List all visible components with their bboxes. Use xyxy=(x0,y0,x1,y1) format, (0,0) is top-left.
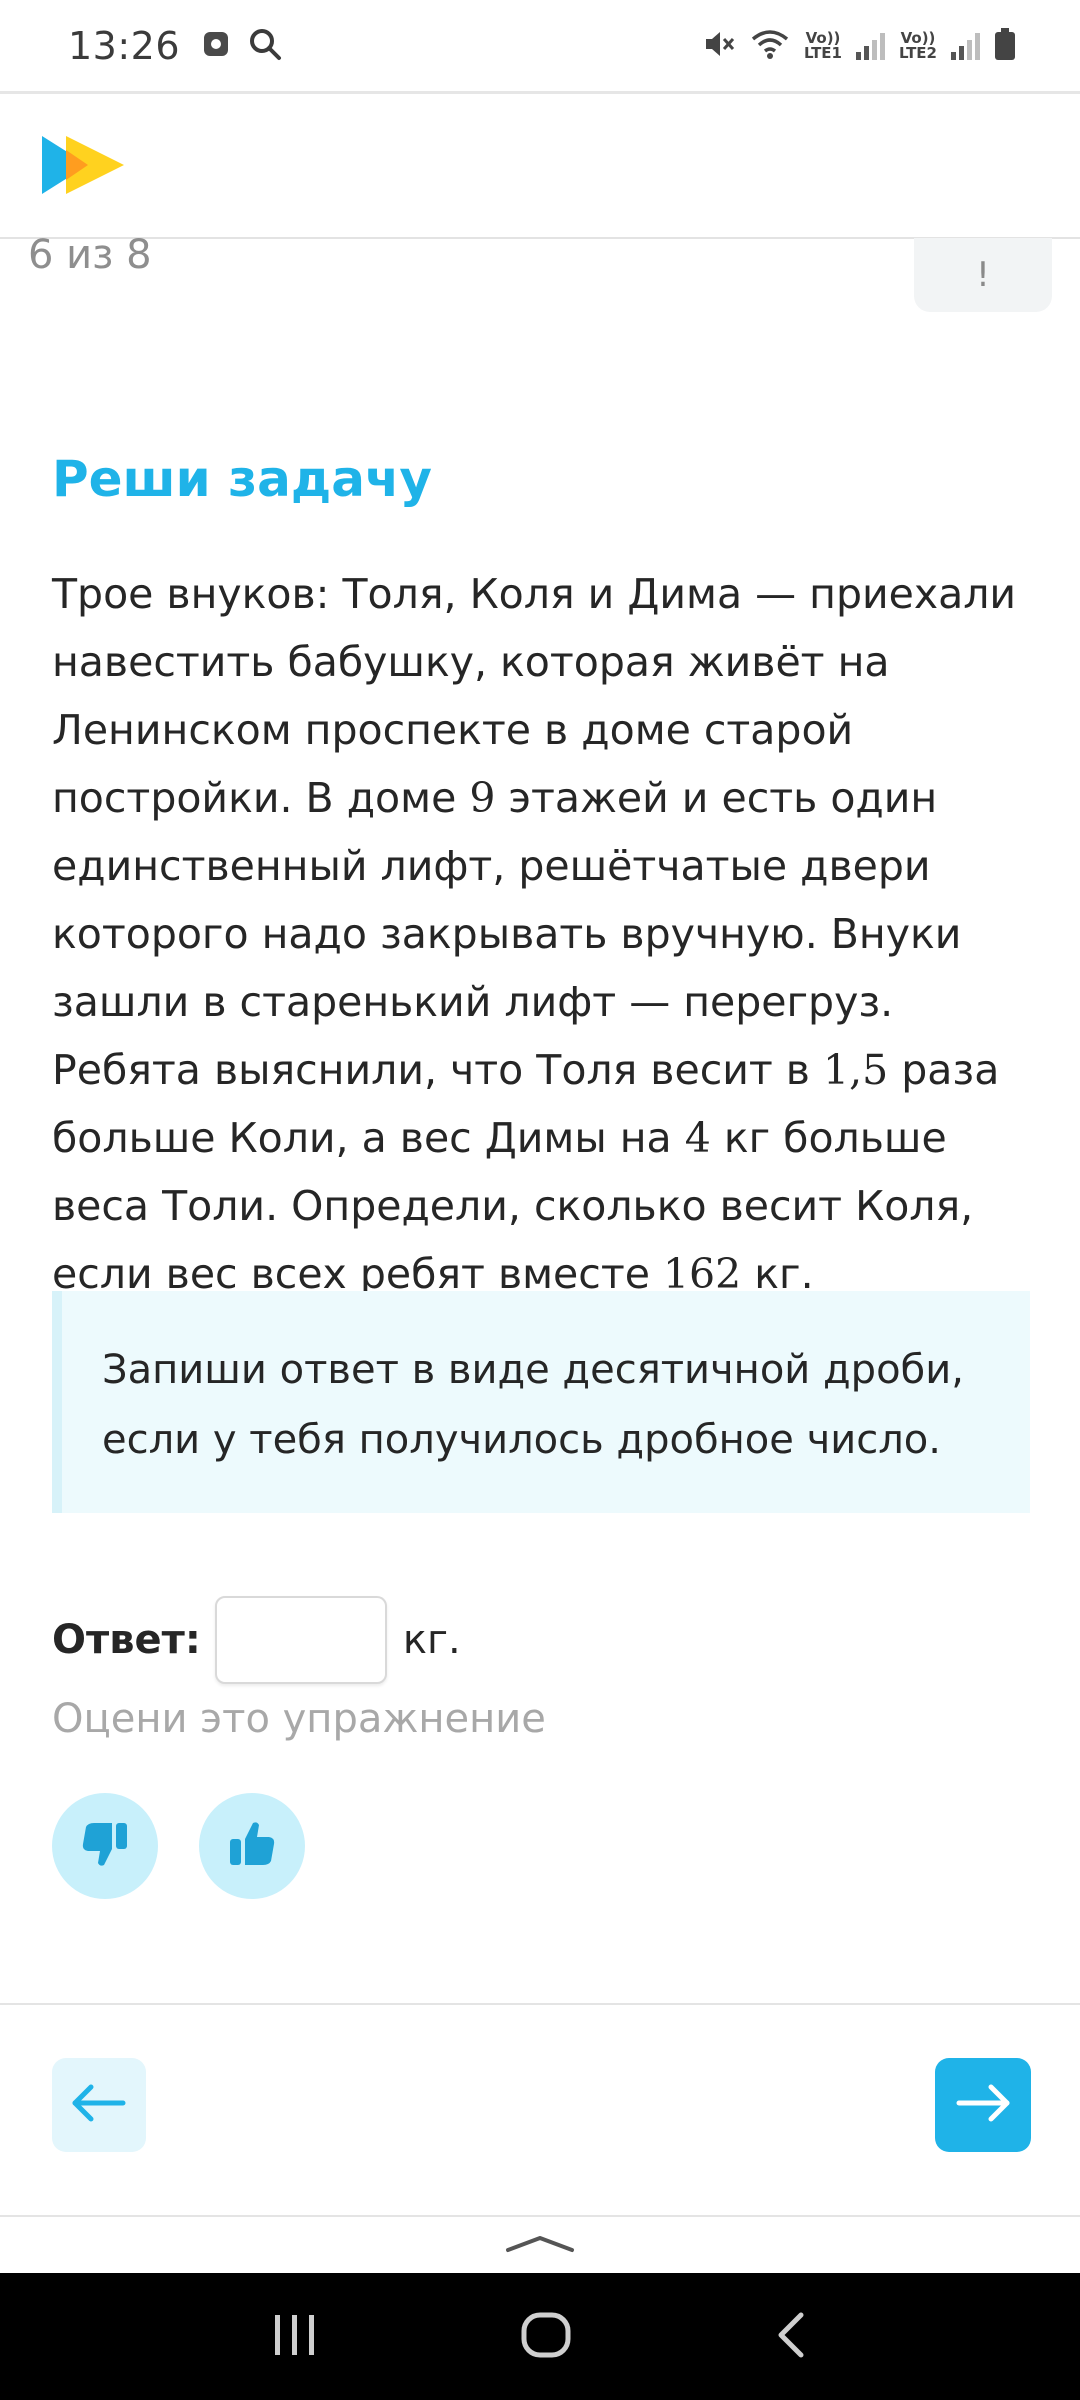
report-button[interactable]: ! xyxy=(914,238,1052,312)
answer-input[interactable] xyxy=(214,1596,387,1684)
search-icon xyxy=(248,27,282,65)
status-bar: 13:26 Vo)) LTE1 Vo)) LTE2 xyxy=(0,0,1080,94)
signal-icon xyxy=(856,32,885,60)
play-logo-icon[interactable] xyxy=(40,134,126,200)
back-nav-button[interactable] xyxy=(773,2311,809,2363)
dislike-button[interactable] xyxy=(52,1793,158,1899)
signal-icon xyxy=(951,32,980,60)
answer-row: Ответ: кг. xyxy=(52,1596,461,1684)
task-number: 4 xyxy=(684,1114,711,1162)
wifi-icon xyxy=(750,27,790,65)
notification-app-icon xyxy=(202,30,230,62)
arrow-right-icon xyxy=(955,2083,1011,2127)
answer-unit: кг. xyxy=(402,1617,461,1663)
recent-apps-button[interactable] xyxy=(271,2313,319,2361)
back-button[interactable] xyxy=(52,2058,146,2152)
task-number: 9 xyxy=(469,774,496,822)
thumbs-down-icon xyxy=(78,1817,132,1875)
rating-prompt: Оцени это упражнение xyxy=(52,1696,546,1742)
hint-text: Запиши ответ в виде десятичной дроби, ес… xyxy=(102,1347,964,1463)
status-time: 13:26 xyxy=(68,23,181,68)
system-nav-bar xyxy=(0,2273,1080,2400)
sim2-label: Vo)) LTE2 xyxy=(899,28,937,62)
chevron-up-icon xyxy=(504,2232,576,2258)
home-button[interactable] xyxy=(520,2311,572,2363)
app-header xyxy=(0,94,1080,239)
thumbs-up-icon xyxy=(225,1817,279,1875)
arrow-left-icon xyxy=(71,2083,127,2127)
next-button[interactable] xyxy=(935,2058,1031,2152)
task-title: Реши задачу xyxy=(52,450,432,508)
progress-counter: 6 из 8 xyxy=(28,232,152,278)
answer-label: Ответ: xyxy=(52,1617,201,1663)
task-text: Трое внуков: Толя, Коля и Дима — приехал… xyxy=(52,560,1042,1308)
sim1-label: Vo)) LTE1 xyxy=(804,28,842,62)
divider xyxy=(0,2003,1080,2005)
like-button[interactable] xyxy=(199,1793,305,1899)
bottom-sheet-handle[interactable] xyxy=(0,2215,1080,2273)
hint-box: Запиши ответ в виде десятичной дроби, ес… xyxy=(52,1291,1030,1513)
mute-icon xyxy=(702,27,736,65)
task-number: 1,5 xyxy=(823,1046,889,1094)
battery-icon xyxy=(994,27,1016,65)
report-label: ! xyxy=(976,255,990,295)
